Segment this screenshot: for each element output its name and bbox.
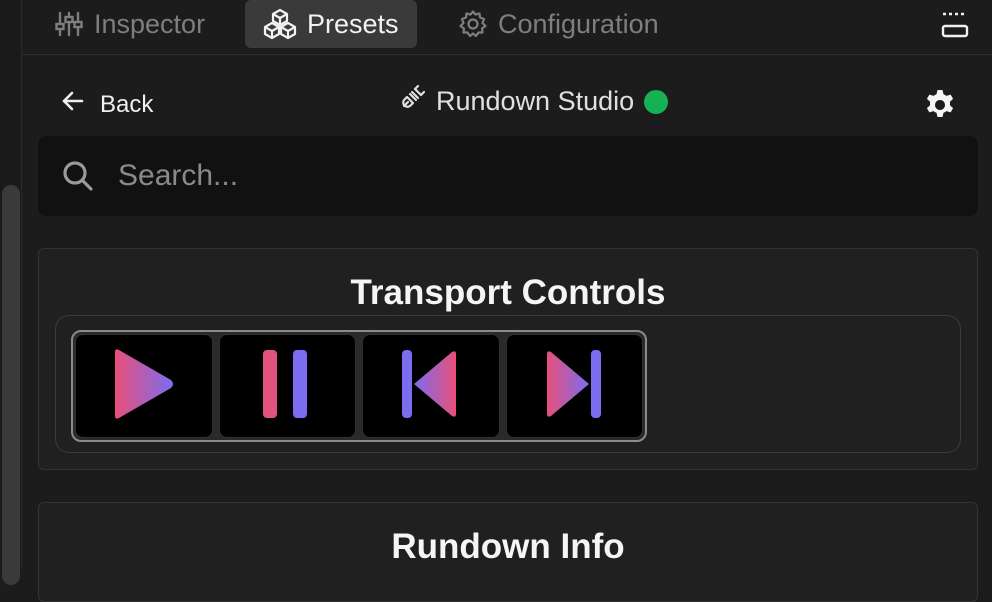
layout-toggle-icon[interactable] xyxy=(940,10,970,40)
search-bar xyxy=(38,136,978,216)
arrow-left-icon xyxy=(60,88,86,121)
pause-icon xyxy=(257,344,317,429)
connection-info: Rundown Studio xyxy=(398,84,669,119)
connection-name: Rundown Studio xyxy=(436,86,635,116)
tab-label: Inspector xyxy=(94,8,206,39)
back-button[interactable]: Back xyxy=(60,88,153,121)
back-label: Back xyxy=(100,90,154,118)
play-icon xyxy=(109,344,179,429)
tab-configuration[interactable]: Configuration xyxy=(440,0,677,48)
preset-section-transport-controls: Transport Controls xyxy=(38,248,978,470)
preset-button-grid xyxy=(55,315,961,453)
settings-gear-icon[interactable] xyxy=(923,88,957,122)
skip-previous-icon xyxy=(396,344,466,429)
preset-button-group xyxy=(71,330,647,442)
skip-previous-button[interactable] xyxy=(362,334,500,438)
section-title: Transport Controls xyxy=(350,273,666,312)
play-button[interactable] xyxy=(75,334,213,438)
plug-icon xyxy=(398,84,426,119)
skip-next-icon xyxy=(539,344,609,429)
preset-section-rundown-info: Rundown Info xyxy=(38,502,978,602)
tab-bar: Inspector Presets Configuration xyxy=(22,0,992,55)
scrollbar[interactable] xyxy=(2,185,20,585)
left-panel-edge xyxy=(0,0,22,585)
tab-presets[interactable]: Presets xyxy=(245,0,417,48)
tab-label: Presets xyxy=(307,8,399,39)
connection-header: Back Rundown Studio xyxy=(22,78,992,128)
cubes-icon xyxy=(263,8,297,40)
search-icon xyxy=(60,158,96,194)
section-title: Rundown Info xyxy=(391,527,625,566)
connection-status-indicator xyxy=(644,89,669,114)
pause-button[interactable] xyxy=(218,334,356,438)
gear-icon xyxy=(458,9,488,39)
tab-label: Configuration xyxy=(498,8,659,39)
search-input[interactable] xyxy=(118,150,958,202)
presets-panel: Inspector Presets Configuration Back Run… xyxy=(22,0,992,602)
tab-inspector[interactable]: Inspector xyxy=(36,0,223,48)
sliders-icon xyxy=(54,9,84,39)
skip-next-button[interactable] xyxy=(505,334,643,438)
